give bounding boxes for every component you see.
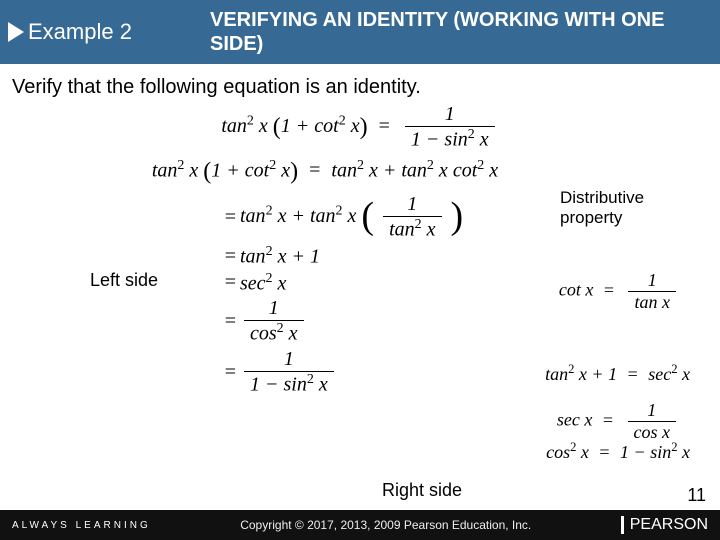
eq-x2: x: [351, 115, 360, 137]
distributive-label: Distributive property: [560, 188, 690, 227]
identity-sec: sec x = 1 cos x: [557, 400, 680, 443]
slide-body: Verify that the following equation is an…: [0, 64, 720, 397]
slide-header: Example 2 VERIFYING AN IDENTITY (WORKING…: [0, 0, 720, 64]
triangle-icon: [8, 22, 24, 42]
copyright-text: Copyright © 2017, 2013, 2009 Pearson Edu…: [151, 518, 621, 532]
eq-denx: x: [480, 129, 489, 151]
example-label: Example 2: [28, 19, 132, 45]
always-learning: ALWAYS LEARNING: [12, 520, 151, 531]
example-cell: Example 2: [0, 0, 200, 64]
pearson-logo: PEARSON: [621, 516, 708, 534]
eq-x: x: [259, 115, 268, 137]
eq-cot: cot: [314, 115, 338, 137]
eq-densin: sin: [444, 129, 467, 151]
step1-lhs: tan2 x (1 + cot2 x) = tan2 x + tan2 x co…: [152, 158, 498, 186]
page-number: 11: [687, 485, 706, 506]
eq-den1: 1: [411, 129, 421, 151]
eq-num: 1: [405, 103, 495, 126]
step3: = tan2 x + 1: [216, 244, 708, 269]
main-equation: tan2 x (1 + cot2 x) = 1 1 − sin2 x: [12, 103, 708, 152]
slide-title: VERIFYING AN IDENTITY (WORKING WITH ONE …: [200, 0, 720, 64]
eq-frac: 1 1 − sin2 x: [405, 103, 495, 152]
instruction-text: Verify that the following equation is an…: [12, 76, 708, 99]
pearson-bar-icon: [621, 516, 624, 534]
eq-1: 1: [281, 115, 291, 137]
pearson-text: PEARSON: [630, 516, 708, 534]
eq-tan: tan: [221, 115, 247, 137]
identity-tan-sec: tan2 x + 1 = sec2 x: [545, 362, 690, 385]
identity-cos: cos2 x = 1 − sin2 x: [546, 440, 690, 463]
right-side-label: Right side: [382, 480, 462, 501]
identity-cot: cot x = 1 tan x: [559, 270, 680, 313]
left-side-label: Left side: [90, 270, 158, 291]
footer-bar: ALWAYS LEARNING Copyright © 2017, 2013, …: [0, 510, 720, 540]
